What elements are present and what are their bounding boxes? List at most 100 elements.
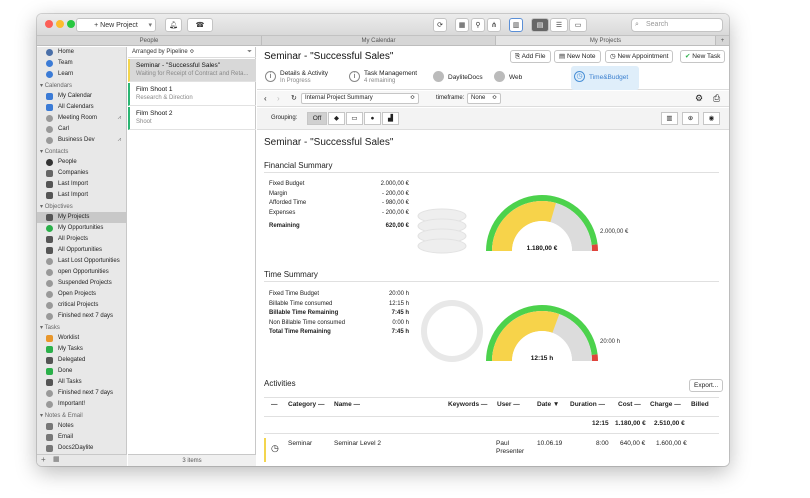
layout-list-icon[interactable]: ☰ (550, 18, 568, 32)
gear-icon[interactable]: ⚙ (695, 93, 703, 104)
view-select[interactable]: Internal Project Summary ≎ (301, 93, 419, 104)
export-icon[interactable]: ⊕ (682, 112, 699, 125)
sidebar-item-home[interactable]: Home (37, 47, 127, 58)
column-header-duration[interactable]: Duration — (570, 401, 605, 408)
new-task-button[interactable]: ✔ New Task (680, 50, 726, 63)
back-arrow-icon[interactable]: ‹ (264, 94, 267, 103)
filter-funnel-icon[interactable]: ⏷ (247, 47, 252, 58)
sidebar-item-my-calendar[interactable]: My Calendar (37, 91, 127, 102)
sidebar-item-last-import-2[interactable]: Last Import (37, 190, 127, 201)
sidebar-item-docs2daylite[interactable]: Docs2Daylite (37, 443, 127, 454)
tab-people[interactable]: People (37, 36, 262, 45)
sidebar-item-open-projects[interactable]: Open Projects (37, 289, 127, 300)
sidebar-item-team[interactable]: Team (37, 58, 127, 69)
sidebar-item-tasks-finished-next-7-days[interactable]: Finished next 7 days (37, 388, 127, 399)
minimize-window-button[interactable] (56, 20, 64, 28)
tab-daylitedocs[interactable]: DayliteDocs (430, 66, 490, 90)
column-header-name[interactable]: Name — (334, 401, 360, 408)
column-header-cost[interactable]: Cost — (618, 401, 641, 408)
sidebar-item-last-import-1[interactable]: Last Import (37, 179, 127, 190)
sidebar-item-learn[interactable]: Learn (37, 69, 127, 80)
column-header-user[interactable]: User — (497, 401, 520, 408)
summary-row: Remaining 620,00 € (269, 223, 409, 232)
export-button[interactable]: Export... (689, 379, 724, 392)
calendar-grid-icon[interactable]: ▦ (53, 455, 60, 463)
add-file-button[interactable]: ⎘ Add File (510, 50, 551, 63)
sidebar-section-contacts[interactable]: ▾ Contacts (40, 148, 68, 155)
close-window-button[interactable] (45, 20, 53, 28)
sidebar-item-notes[interactable]: Notes (37, 421, 127, 432)
add-tab-icon[interactable]: + (716, 36, 729, 45)
column-header-marker[interactable]: — (271, 401, 278, 408)
eye-icon[interactable]: ◉ (703, 112, 720, 125)
sidebar-item-meeting-room[interactable]: Meeting Room ⩘ (37, 113, 127, 124)
table-icon[interactable]: ▦ (455, 18, 469, 32)
timeframe-select[interactable]: None ≎ (467, 93, 501, 104)
sidebar-item-critical-projects[interactable]: critical Projects (37, 300, 127, 311)
list-item[interactable]: Seminar - "Successful Sales" Waiting for … (128, 59, 256, 82)
table-view-icon[interactable]: ▥ (661, 112, 678, 125)
column-header-charge[interactable]: Charge — (650, 401, 681, 408)
sidebar-item-all-opportunities[interactable]: All Opportunities (37, 245, 127, 256)
list-item[interactable]: Film Shoot 2 Shoot (128, 107, 256, 130)
sidebar-item-important[interactable]: Important! (37, 399, 127, 410)
tab-web[interactable]: Web (491, 66, 531, 90)
sidebar-item-all-tasks[interactable]: All Tasks (37, 377, 127, 388)
sidebar-item-my-tasks[interactable]: My Tasks (37, 344, 127, 355)
column-header-keywords[interactable]: Keywords — (448, 401, 487, 408)
tab-my-calendar[interactable]: My Calendar (262, 36, 496, 45)
column-header-category[interactable]: Category — (288, 401, 325, 408)
tab-details-activity[interactable]: i Details & Activity In Progress (262, 66, 344, 90)
sidebar-section-notes-email[interactable]: ▾ Notes & Email (40, 412, 83, 419)
sidebar-item-business-dev[interactable]: Business Dev ⩘ (37, 135, 127, 146)
tab-my-projects[interactable]: My Projects (496, 36, 716, 45)
forward-arrow-icon[interactable]: › (277, 94, 280, 103)
sidebar-item-my-projects[interactable]: My Projects (37, 212, 127, 223)
sync-icon[interactable]: ⟳ (433, 18, 447, 32)
sidebar-item-suspended-projects[interactable]: Suspended Projects (37, 278, 127, 289)
sidebar-toggle-icon[interactable]: ▥ (509, 18, 523, 32)
list-sort-header[interactable]: Arranged by Pipeline ≎ ⏷ (128, 47, 256, 58)
sidebar-section-tasks[interactable]: ▾ Tasks (40, 324, 60, 331)
sidebar-item-all-calendars[interactable]: All Calendars (37, 102, 127, 113)
sidebar-section-objectives[interactable]: ▾ Objectives (40, 203, 73, 210)
add-icon[interactable]: + (41, 455, 46, 464)
sidebar-item-last-lost-opportunities[interactable]: Last Lost Opportunities (37, 256, 127, 267)
table-row[interactable]: ◷ Seminar Seminar Level 2 Paul Presenter… (264, 438, 729, 462)
phone-icon[interactable]: ☎︎ (187, 18, 213, 32)
new-project-button[interactable]: + New Project ▾ (76, 18, 156, 32)
tab-time-budget[interactable]: ◷ Time&Budget (571, 66, 639, 90)
print-icon[interactable]: ⎙ (713, 93, 720, 104)
tag-icon[interactable]: ◆ (328, 112, 345, 125)
sidebar-item-people[interactable]: People (37, 157, 127, 168)
grouping-off-button[interactable]: Off (307, 112, 327, 125)
new-appointment-button[interactable]: ◷ New Appointment (605, 50, 674, 63)
person-icon[interactable]: ● (364, 112, 381, 125)
new-note-button[interactable]: ▤ New Note (554, 50, 601, 63)
sidebar-item-all-projects[interactable]: All Projects (37, 234, 127, 245)
building-icon[interactable]: ▟ (382, 112, 399, 125)
list-item[interactable]: Film Shoot 1 Research & Direction (128, 83, 256, 106)
column-header-date[interactable]: Date ▼ (537, 401, 559, 408)
layout-split-icon[interactable]: ▤ (531, 18, 549, 32)
sidebar-item-my-opportunities[interactable]: My Opportunities (37, 223, 127, 234)
sidebar-item-companies[interactable]: Companies (37, 168, 127, 179)
sidebar-item-finished-next-7-days[interactable]: Finished next 7 days (37, 311, 127, 322)
search-input[interactable]: ⌕ Search (631, 18, 723, 32)
bell-icon[interactable]: 🔔︎ (165, 18, 182, 32)
sidebar-item-done[interactable]: Done (37, 366, 127, 377)
hierarchy-icon[interactable]: ⋔ (487, 18, 501, 32)
tab-task-management[interactable]: i Task Management 4 remaining (346, 66, 428, 90)
filter-icon[interactable]: ⚲ (471, 18, 485, 32)
sidebar-item-carl[interactable]: Carl (37, 124, 127, 135)
layout-detail-icon[interactable]: ▭ (569, 18, 587, 32)
category-icon[interactable]: ▭ (346, 112, 363, 125)
sidebar-item-email[interactable]: Email (37, 432, 127, 443)
column-header-billed[interactable]: Billed (691, 401, 709, 408)
sidebar-item-worklist[interactable]: Worklist (37, 333, 127, 344)
sidebar-item-delegated[interactable]: Delegated (37, 355, 127, 366)
zoom-window-button[interactable] (67, 20, 75, 28)
refresh-icon[interactable]: ↻ (291, 94, 297, 102)
sidebar-item-open-opportunities[interactable]: open Opportunities (37, 267, 127, 278)
sidebar-section-calendars[interactable]: ▾ Calendars (40, 82, 72, 89)
